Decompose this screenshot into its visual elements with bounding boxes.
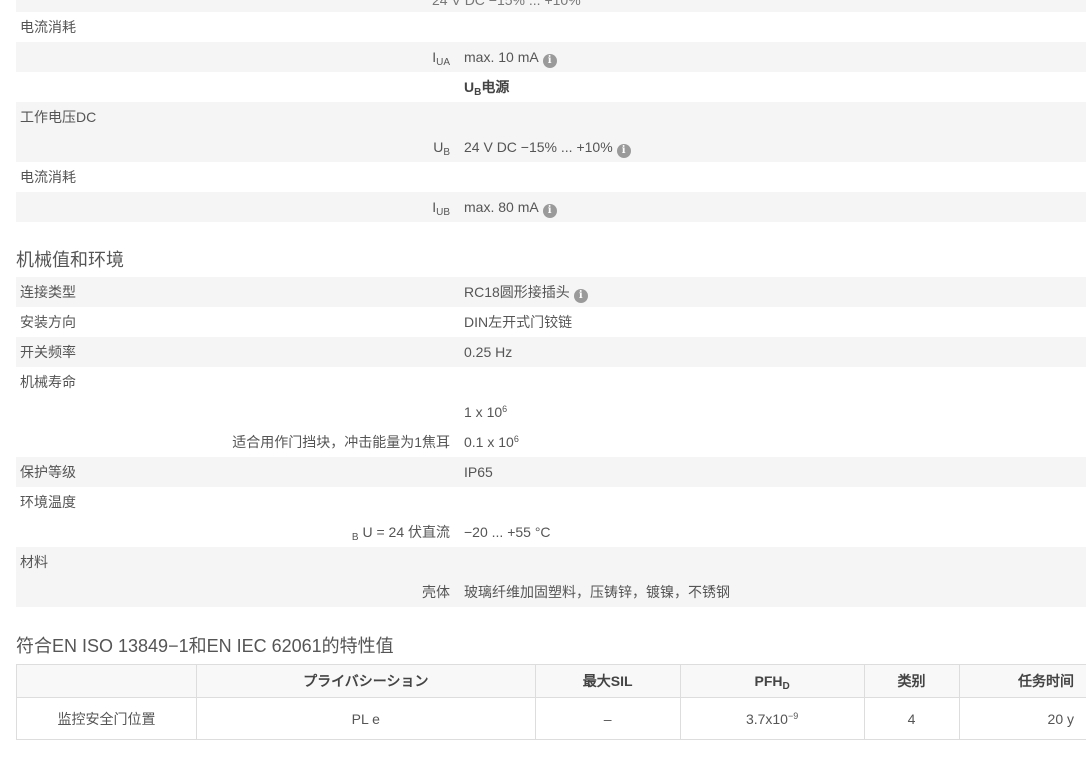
table-cell: 3.7x10−9 — [679, 697, 865, 740]
info-icon[interactable]: i — [573, 289, 588, 303]
mech-row-mechanical-life-label: 机械寿命 — [16, 367, 1086, 397]
header-cell: 最大SIL — [534, 664, 681, 698]
power-row-ub-supply-heading: UB电源 — [16, 72, 1086, 102]
mech-section-title: 机械值和环境 — [16, 250, 124, 270]
safety-values-table: プライバシーション 最大SIL PFHD 类别 任务时间 监控安全门位置 PL … — [16, 664, 1086, 740]
mech-row-switching-frequency: 开关频率 0.25 Hz — [16, 337, 1086, 367]
row-symbol: IUB — [432, 199, 450, 218]
power-row-current-ub: IUB max. 80 mA i — [16, 192, 1086, 222]
power-row-current-ub-label: 电流消耗 — [16, 162, 1086, 192]
row-value: 1 x 106 — [464, 404, 508, 420]
mech-row-mounting: 安装方向 DIN左开式门铰链 — [16, 307, 1086, 337]
row-sublabel: 适合用作门挡块，冲击能量为1焦耳 — [232, 434, 450, 450]
row-value: max. 10 mA i — [464, 42, 557, 72]
row-value: UB电源 — [464, 79, 510, 98]
power-row-operating-voltage: UB 24 V DC −15% ... +10% i — [16, 132, 1086, 162]
info-icon[interactable]: i — [616, 144, 631, 158]
mech-row-ambient-temp: B U = 24 伏直流 −20 ... +55 °C — [16, 517, 1086, 547]
table-cell: 4 — [863, 697, 960, 740]
row-sublabel: 壳体 — [422, 584, 450, 600]
table-row: 监控安全门位置 PL e – 3.7x10−9 4 20 y — [16, 697, 1086, 740]
row-value: 玻璃纤维加固塑料，压铸锌，镀镍，不锈钢 — [464, 584, 730, 600]
row-label: 工作电压DC — [20, 109, 97, 125]
row-label: 保护等级 — [20, 464, 76, 480]
row-label: 电流消耗 — [20, 19, 76, 35]
mech-table: 连接类型 RC18圆形接插头 i 安装方向 DIN左开式门铰链 开关频率 0.25… — [16, 277, 1086, 607]
row-label: 连接类型 — [20, 284, 76, 300]
mech-row-connection-type: 连接类型 RC18圆形接插头 i — [16, 277, 1086, 307]
table-cell: 20 y — [958, 697, 1086, 740]
mech-row-ambient-temp-label: 环境温度 — [16, 487, 1086, 517]
row-label: 材料 — [20, 554, 48, 570]
table-cell: – — [534, 697, 681, 740]
row-label: 安装方向 — [20, 314, 76, 330]
row-value: 24 V DC −15% ... +10% i — [464, 132, 631, 162]
row-label: 机械寿命 — [20, 374, 76, 390]
row-value: DIN左开式门铰链 — [464, 314, 573, 330]
partial-top-row: 24 V DC −15% ... +10% — [16, 0, 1086, 12]
power-row-operating-voltage-label: 工作电压DC — [16, 102, 1086, 132]
row-sublabel: B U = 24 伏直流 — [351, 524, 450, 543]
row-value: 0.1 x 106 — [464, 434, 519, 450]
header-cell: 类别 — [863, 664, 960, 698]
row-value: −20 ... +55 °C — [464, 524, 551, 540]
info-icon[interactable]: i — [542, 54, 557, 68]
partial-top-value: 24 V DC −15% ... +10% — [432, 0, 581, 8]
row-label: 电流消耗 — [20, 169, 76, 185]
header-cell: プライバシーション — [195, 664, 536, 698]
header-cell: PFHD — [679, 664, 865, 698]
power-table: 电流消耗 IUA max. 10 mA i UB电源 工作电压DC UB 24 V… — [16, 12, 1086, 222]
header-cell — [16, 664, 197, 698]
header-cell: 任务时间 — [958, 664, 1086, 698]
row-symbol: UB — [433, 139, 450, 158]
mech-row-mechanical-life-doorstop: 适合用作门挡块，冲击能量为1焦耳 0.1 x 106 — [16, 427, 1086, 457]
mech-row-material-label: 材料 — [16, 547, 1086, 577]
table-cell: 监控安全门位置 — [16, 697, 197, 740]
row-value: max. 80 mA i — [464, 192, 557, 222]
table-header-row: プライバシーション 最大SIL PFHD 类别 任务时间 — [16, 664, 1086, 698]
mech-row-mechanical-life: 1 x 106 — [16, 397, 1086, 427]
table-cell: PL e — [195, 697, 536, 740]
row-value: RC18圆形接插头 i — [464, 277, 588, 307]
row-value: 0.25 Hz — [464, 344, 513, 360]
mech-row-material-housing: 壳体 玻璃纤维加固塑料，压铸锌，镀镍，不锈钢 — [16, 577, 1086, 607]
row-value: IP65 — [464, 464, 493, 480]
power-row-current-ua: IUA max. 10 mA i — [16, 42, 1086, 72]
info-icon[interactable]: i — [542, 204, 557, 218]
row-label: 环境温度 — [20, 494, 76, 510]
power-row-current-ua-label: 电流消耗 — [16, 12, 1086, 42]
mech-row-protection: 保护等级 IP65 — [16, 457, 1086, 487]
row-label: 开关频率 — [20, 344, 76, 360]
perf-section-title: 符合EN ISO 13849−1和EN IEC 62061的特性值 — [16, 636, 394, 656]
row-symbol: IUA — [432, 49, 450, 68]
